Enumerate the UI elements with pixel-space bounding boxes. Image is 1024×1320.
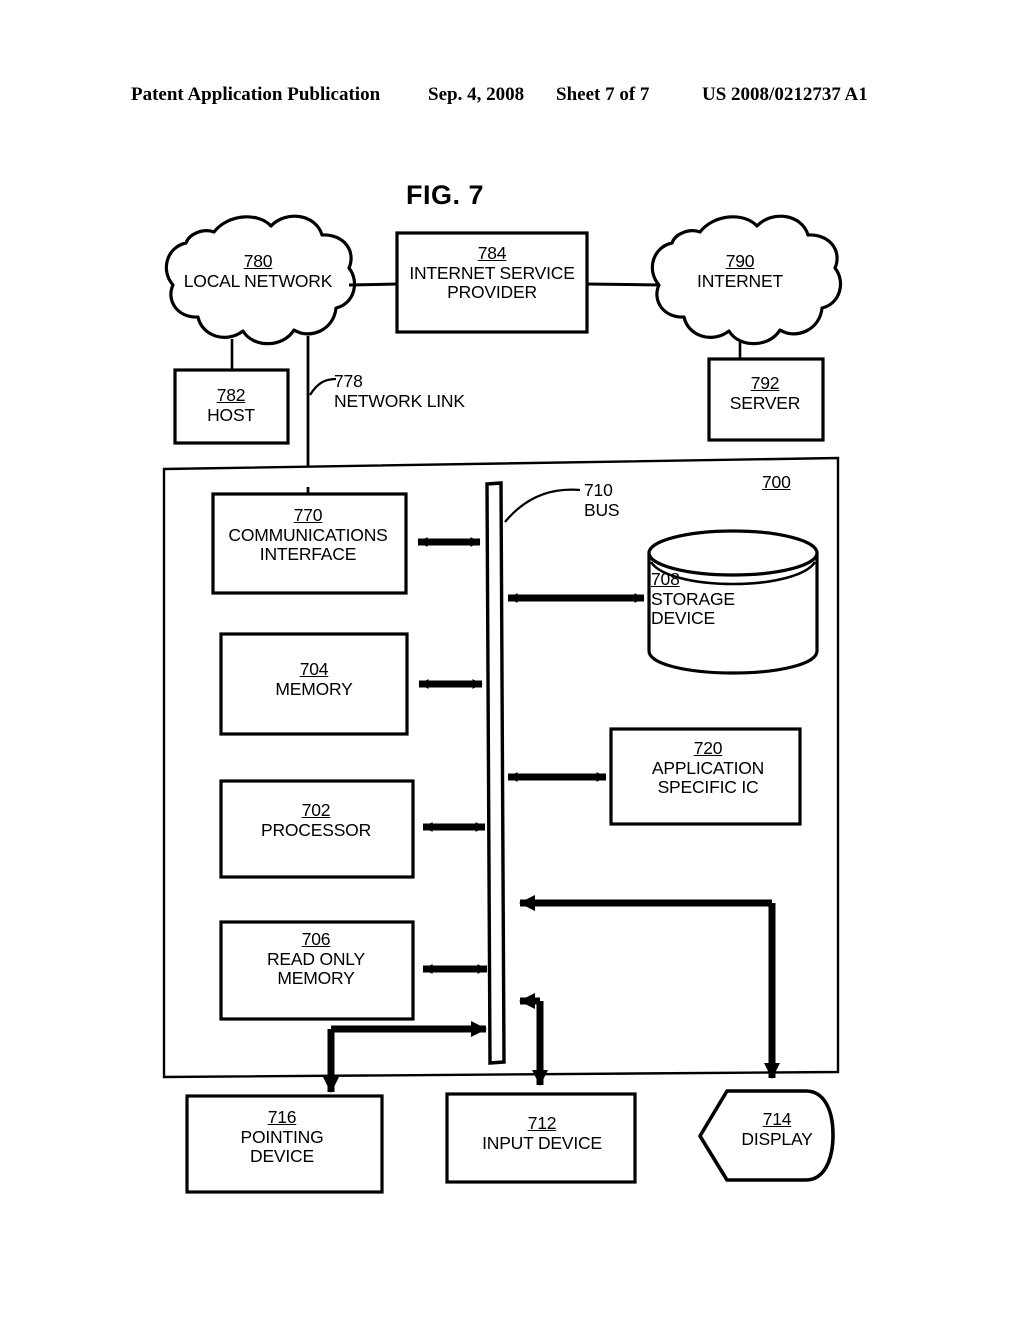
pointing-device-box-shape — [185, 1094, 384, 1194]
communications-interface-box-shape — [211, 492, 408, 595]
display-shape — [698, 1089, 835, 1182]
connector-local-network-to-isp — [348, 282, 399, 287]
network-link-leader — [309, 377, 337, 396]
isp-box-shape — [395, 231, 589, 334]
internet-cloud-shape — [650, 214, 843, 346]
processor-box-shape — [219, 779, 415, 879]
storage-device-cylinder-shape — [647, 529, 819, 675]
connector-isp-to-internet — [585, 282, 661, 287]
input-device-box-shape — [445, 1092, 637, 1184]
asic-box-shape — [609, 727, 802, 826]
local-network-cloud-shape — [164, 214, 357, 346]
host-box-shape — [173, 368, 290, 445]
figure-7-diagram — [162, 214, 843, 1194]
bus-bar-shape — [485, 481, 506, 1065]
server-box-shape — [707, 357, 825, 442]
read-only-memory-box-shape — [219, 920, 415, 1021]
memory-box-shape — [219, 632, 409, 736]
